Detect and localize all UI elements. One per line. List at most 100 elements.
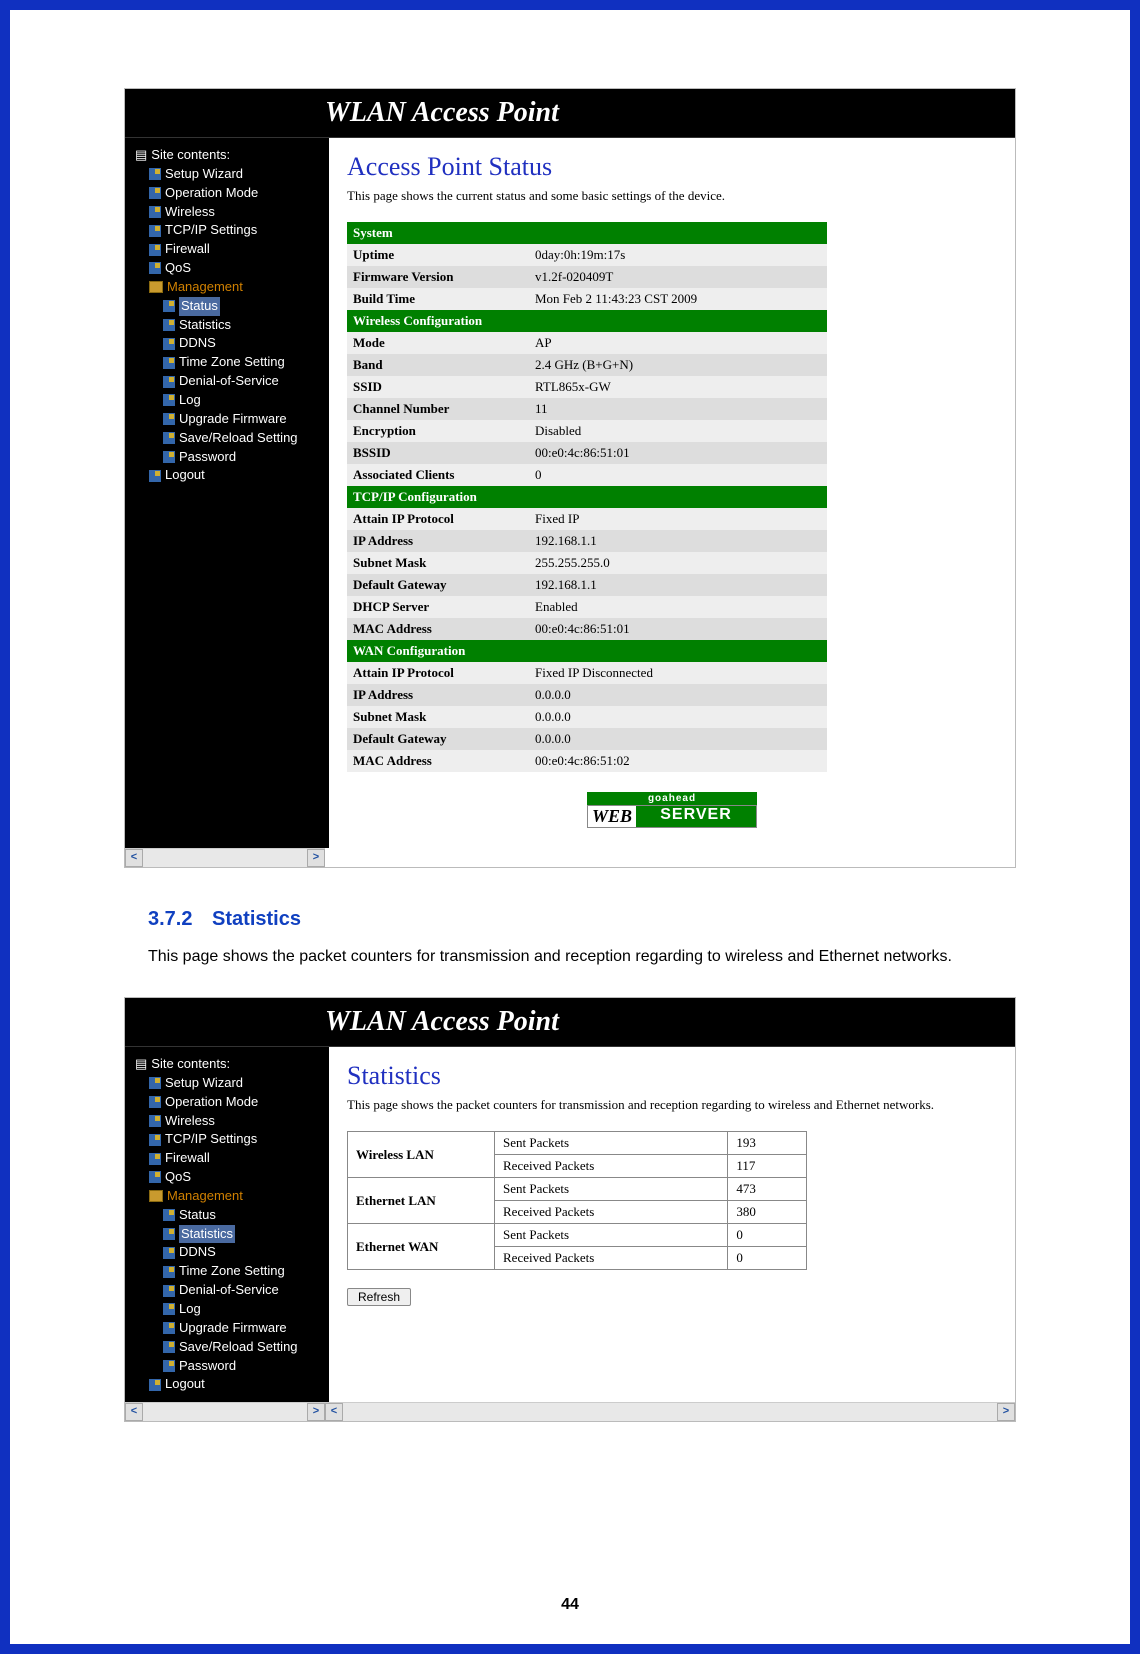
sidebar-label: Wireless — [165, 1112, 215, 1131]
sidebar-item-firewall[interactable]: Firewall — [129, 1149, 329, 1168]
cell: v1.2f-020409T — [529, 266, 827, 288]
section-system: System — [347, 222, 827, 244]
sidebar-label: Statistics — [179, 316, 231, 335]
sidebar-item-statistics[interactable]: Statistics — [129, 316, 329, 335]
cell: 00:e0:4c:86:51:02 — [529, 750, 827, 772]
scroll-right-icon[interactable]: > — [307, 1403, 325, 1421]
sidebar-item-timezone[interactable]: Time Zone Setting — [129, 1262, 329, 1281]
section-number: 3.7.2 — [148, 908, 192, 930]
cell: Default Gateway — [347, 728, 529, 750]
cell: Received Packets — [495, 1247, 728, 1270]
file-icon — [163, 1322, 175, 1334]
file-icon — [163, 1266, 175, 1278]
sidebar-item-operation-mode[interactable]: Operation Mode — [129, 1093, 329, 1112]
scroll-left-icon[interactable]: < — [125, 849, 143, 867]
banner-title: WLAN Access Point — [125, 89, 1015, 138]
scroll-track[interactable] — [343, 1403, 997, 1421]
cell: 0day:0h:19m:17s — [529, 244, 827, 266]
sidebar-item-status[interactable]: Status — [129, 1206, 329, 1225]
sidebar-item-ddns[interactable]: DDNS — [129, 334, 329, 353]
sidebar-item-timezone[interactable]: Time Zone Setting — [129, 353, 329, 372]
section-heading: 3.7.2 Statistics — [148, 908, 1090, 931]
cell: Subnet Mask — [347, 552, 529, 574]
sidebar-item-statistics[interactable]: Statistics — [129, 1225, 329, 1244]
section-body: This page shows the packet counters for … — [148, 941, 992, 973]
cell: SSID — [347, 376, 529, 398]
cell: Enabled — [529, 596, 827, 618]
sidebar-item-log[interactable]: Log — [129, 1300, 329, 1319]
cell: IP Address — [347, 530, 529, 552]
sidebar-item-status[interactable]: Status — [129, 297, 329, 316]
file-icon — [163, 338, 175, 350]
cell: MAC Address — [347, 618, 529, 640]
cell: 2.4 GHz (B+G+N) — [529, 354, 827, 376]
page-desc: This page shows the packet counters for … — [347, 1097, 997, 1113]
sidebar-item-logout[interactable]: Logout — [129, 1375, 329, 1394]
sidebar-item-logout[interactable]: Logout — [129, 466, 329, 485]
sidebar-item-management[interactable]: Management — [129, 278, 329, 297]
sidebar-label: Log — [179, 391, 201, 410]
file-icon — [149, 262, 161, 274]
sidebar-label: Log — [179, 1300, 201, 1319]
sidebar-label: Logout — [165, 466, 205, 485]
sidebar-item-upgrade[interactable]: Upgrade Firmware — [129, 1319, 329, 1338]
sidebar-item-qos[interactable]: QoS — [129, 1168, 329, 1187]
cell: 473 — [728, 1178, 807, 1201]
section-wireless: Wireless Configuration — [347, 310, 827, 332]
cell: Mon Feb 2 11:43:23 CST 2009 — [529, 288, 827, 310]
sidebar-item-savereload[interactable]: Save/Reload Setting — [129, 1338, 329, 1357]
cell: Default Gateway — [347, 574, 529, 596]
folder-open-icon — [149, 1190, 163, 1202]
file-icon — [163, 1228, 175, 1240]
file-icon — [163, 1209, 175, 1221]
sidebar-item-password[interactable]: Password — [129, 448, 329, 467]
scroll-track[interactable] — [143, 1403, 307, 1421]
section-title: Statistics — [212, 908, 301, 930]
cell: Uptime — [347, 244, 529, 266]
cell: Firmware Version — [347, 266, 529, 288]
sidebar-item-log[interactable]: Log — [129, 391, 329, 410]
sidebar-item-dos[interactable]: Denial-of-Service — [129, 1281, 329, 1300]
sidebar-label: TCP/IP Settings — [165, 1130, 257, 1149]
sidebar-item-wireless[interactable]: Wireless — [129, 1112, 329, 1131]
sidebar-label: Denial-of-Service — [179, 372, 279, 391]
sidebar-item-tcpip[interactable]: TCP/IP Settings — [129, 221, 329, 240]
sidebar-label: Password — [179, 448, 236, 467]
refresh-button[interactable]: Refresh — [347, 1288, 411, 1306]
scrollbar-sidebar[interactable]: < > — [125, 848, 325, 867]
cell: Sent Packets — [495, 1224, 728, 1247]
scroll-right-icon[interactable]: > — [307, 849, 325, 867]
stats-group: Ethernet LAN — [348, 1178, 495, 1224]
sidebar-root[interactable]: ▤ Site contents: — [129, 1055, 329, 1074]
file-icon — [163, 413, 175, 425]
stats-group: Ethernet WAN — [348, 1224, 495, 1270]
sidebar-item-dos[interactable]: Denial-of-Service — [129, 372, 329, 391]
sidebar-item-setup-wizard[interactable]: Setup Wizard — [129, 165, 329, 184]
sidebar: ▤ Site contents: Setup Wizard Operation … — [125, 1047, 329, 1402]
sidebar-item-wireless[interactable]: Wireless — [129, 203, 329, 222]
scroll-right-icon[interactable]: > — [997, 1403, 1015, 1421]
sidebar-item-management[interactable]: Management — [129, 1187, 329, 1206]
sidebar-root[interactable]: ▤ Site contents: — [129, 146, 329, 165]
file-icon — [149, 1096, 161, 1108]
sidebar-item-operation-mode[interactable]: Operation Mode — [129, 184, 329, 203]
sidebar-item-ddns[interactable]: DDNS — [129, 1243, 329, 1262]
scroll-left-icon[interactable]: < — [325, 1403, 343, 1421]
sidebar-item-savereload[interactable]: Save/Reload Setting — [129, 429, 329, 448]
sidebar-item-password[interactable]: Password — [129, 1357, 329, 1376]
sidebar-label: Save/Reload Setting — [179, 1338, 298, 1357]
cell: 00:e0:4c:86:51:01 — [529, 442, 827, 464]
sidebar-item-tcpip[interactable]: TCP/IP Settings — [129, 1130, 329, 1149]
file-icon — [149, 206, 161, 218]
file-icon — [163, 1341, 175, 1353]
cell: 192.168.1.1 — [529, 530, 827, 552]
sidebar-item-setup-wizard[interactable]: Setup Wizard — [129, 1074, 329, 1093]
sidebar-item-upgrade[interactable]: Upgrade Firmware — [129, 410, 329, 429]
sidebar-item-firewall[interactable]: Firewall — [129, 240, 329, 259]
scroll-left-icon[interactable]: < — [125, 1403, 143, 1421]
sidebar-label: Setup Wizard — [165, 165, 243, 184]
file-icon — [163, 319, 175, 331]
file-icon — [163, 1303, 175, 1315]
cell: AP — [529, 332, 827, 354]
sidebar-item-qos[interactable]: QoS — [129, 259, 329, 278]
